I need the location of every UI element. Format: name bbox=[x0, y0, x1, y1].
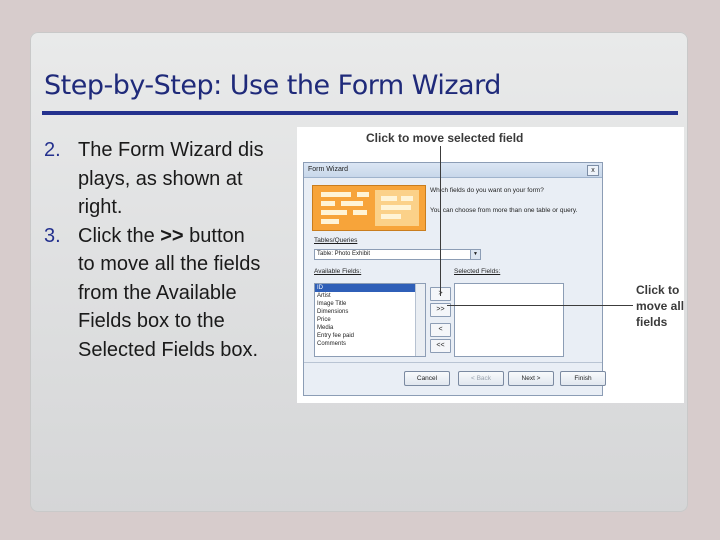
selected-fields-label: Selected Fields: bbox=[454, 268, 501, 275]
wizard-illustration-icon bbox=[312, 185, 426, 231]
chevron-down-icon[interactable]: ▼ bbox=[470, 250, 480, 259]
remove-all-button[interactable]: << bbox=[430, 339, 451, 353]
cancel-button[interactable]: Cancel bbox=[404, 371, 450, 386]
bullet-text: Click the >> button to move all the fiel… bbox=[78, 222, 260, 365]
list-item[interactable]: Media bbox=[315, 324, 425, 332]
list-scrollbar[interactable] bbox=[415, 284, 425, 356]
callout-line: Click to bbox=[636, 283, 680, 297]
callout-leader-line-right bbox=[447, 305, 633, 306]
callout-move-selected: Click to move selected field bbox=[366, 131, 524, 145]
bullet-line: right. bbox=[78, 196, 123, 218]
available-fields-list[interactable]: ID Artist Image Title Dimensions Price M… bbox=[314, 283, 426, 357]
list-item[interactable]: Comments bbox=[315, 340, 425, 348]
available-fields-label: Available Fields: bbox=[314, 268, 362, 275]
title-underline bbox=[42, 111, 678, 115]
bullet-step-2: 2. The Form Wizard dis plays, as shown a… bbox=[44, 136, 304, 222]
tables-queries-value: Table: Photo Exhibit bbox=[317, 251, 371, 257]
list-item[interactable]: ID bbox=[315, 284, 425, 292]
tables-queries-dropdown[interactable]: Table: Photo Exhibit ▼ bbox=[314, 249, 481, 260]
fields-question: Which fields do you want on your form? bbox=[430, 187, 544, 194]
bullet-line: Selected Fields box. bbox=[78, 338, 259, 361]
callout-line: move all bbox=[636, 299, 685, 313]
list-item[interactable]: Price bbox=[315, 316, 425, 324]
bullet-bold-text: >> bbox=[160, 224, 184, 247]
bullet-line: Fields box to the bbox=[78, 310, 225, 332]
bullet-line: plays, as shown at bbox=[78, 167, 243, 190]
list-item[interactable]: Artist bbox=[315, 292, 425, 300]
list-item[interactable]: Image Title bbox=[315, 300, 425, 308]
callout-move-all: Click to move all fields bbox=[636, 282, 684, 330]
list-item[interactable]: Dimensions bbox=[315, 308, 425, 316]
fields-hint: You can choose from more than one table … bbox=[430, 207, 578, 214]
callout-line: fields bbox=[636, 315, 668, 329]
selected-fields-list[interactable] bbox=[454, 283, 564, 357]
next-button[interactable]: Next > bbox=[508, 371, 554, 386]
dialog-title: Form Wizard bbox=[308, 166, 349, 173]
tables-queries-label: Tables/Queries bbox=[314, 237, 358, 244]
bullet-line: Click the bbox=[78, 224, 161, 247]
finish-button[interactable]: Finish bbox=[560, 371, 606, 386]
bullet-line: from the Available bbox=[78, 281, 237, 304]
bullet-step-3: 3. Click the >> button to move all the f… bbox=[44, 222, 304, 365]
slide-title: Step-by-Step: Use the Form Wizard bbox=[44, 70, 501, 101]
remove-selected-button[interactable]: < bbox=[430, 323, 451, 337]
form-wizard-dialog: Form Wizard x Which fields do you want o… bbox=[303, 162, 606, 396]
bullet-text: The Form Wizard dis plays, as shown at r… bbox=[78, 136, 264, 222]
bullet-number: 3. bbox=[44, 224, 61, 247]
back-button[interactable]: < Back bbox=[458, 371, 504, 386]
dialog-divider bbox=[304, 362, 602, 363]
bullet-number: 2. bbox=[44, 139, 61, 161]
dialog-title-bar: Form Wizard x bbox=[304, 163, 602, 178]
bullet-list: 2. The Form Wizard dis plays, as shown a… bbox=[44, 136, 304, 364]
callout-leader-line-top bbox=[440, 146, 441, 296]
bullet-line: button bbox=[183, 224, 245, 247]
bullet-line: The Form Wizard dis bbox=[78, 139, 264, 161]
list-item[interactable]: Entry fee paid bbox=[315, 332, 425, 340]
bullet-line: to move all the fields bbox=[78, 253, 261, 275]
close-icon[interactable]: x bbox=[587, 165, 599, 176]
